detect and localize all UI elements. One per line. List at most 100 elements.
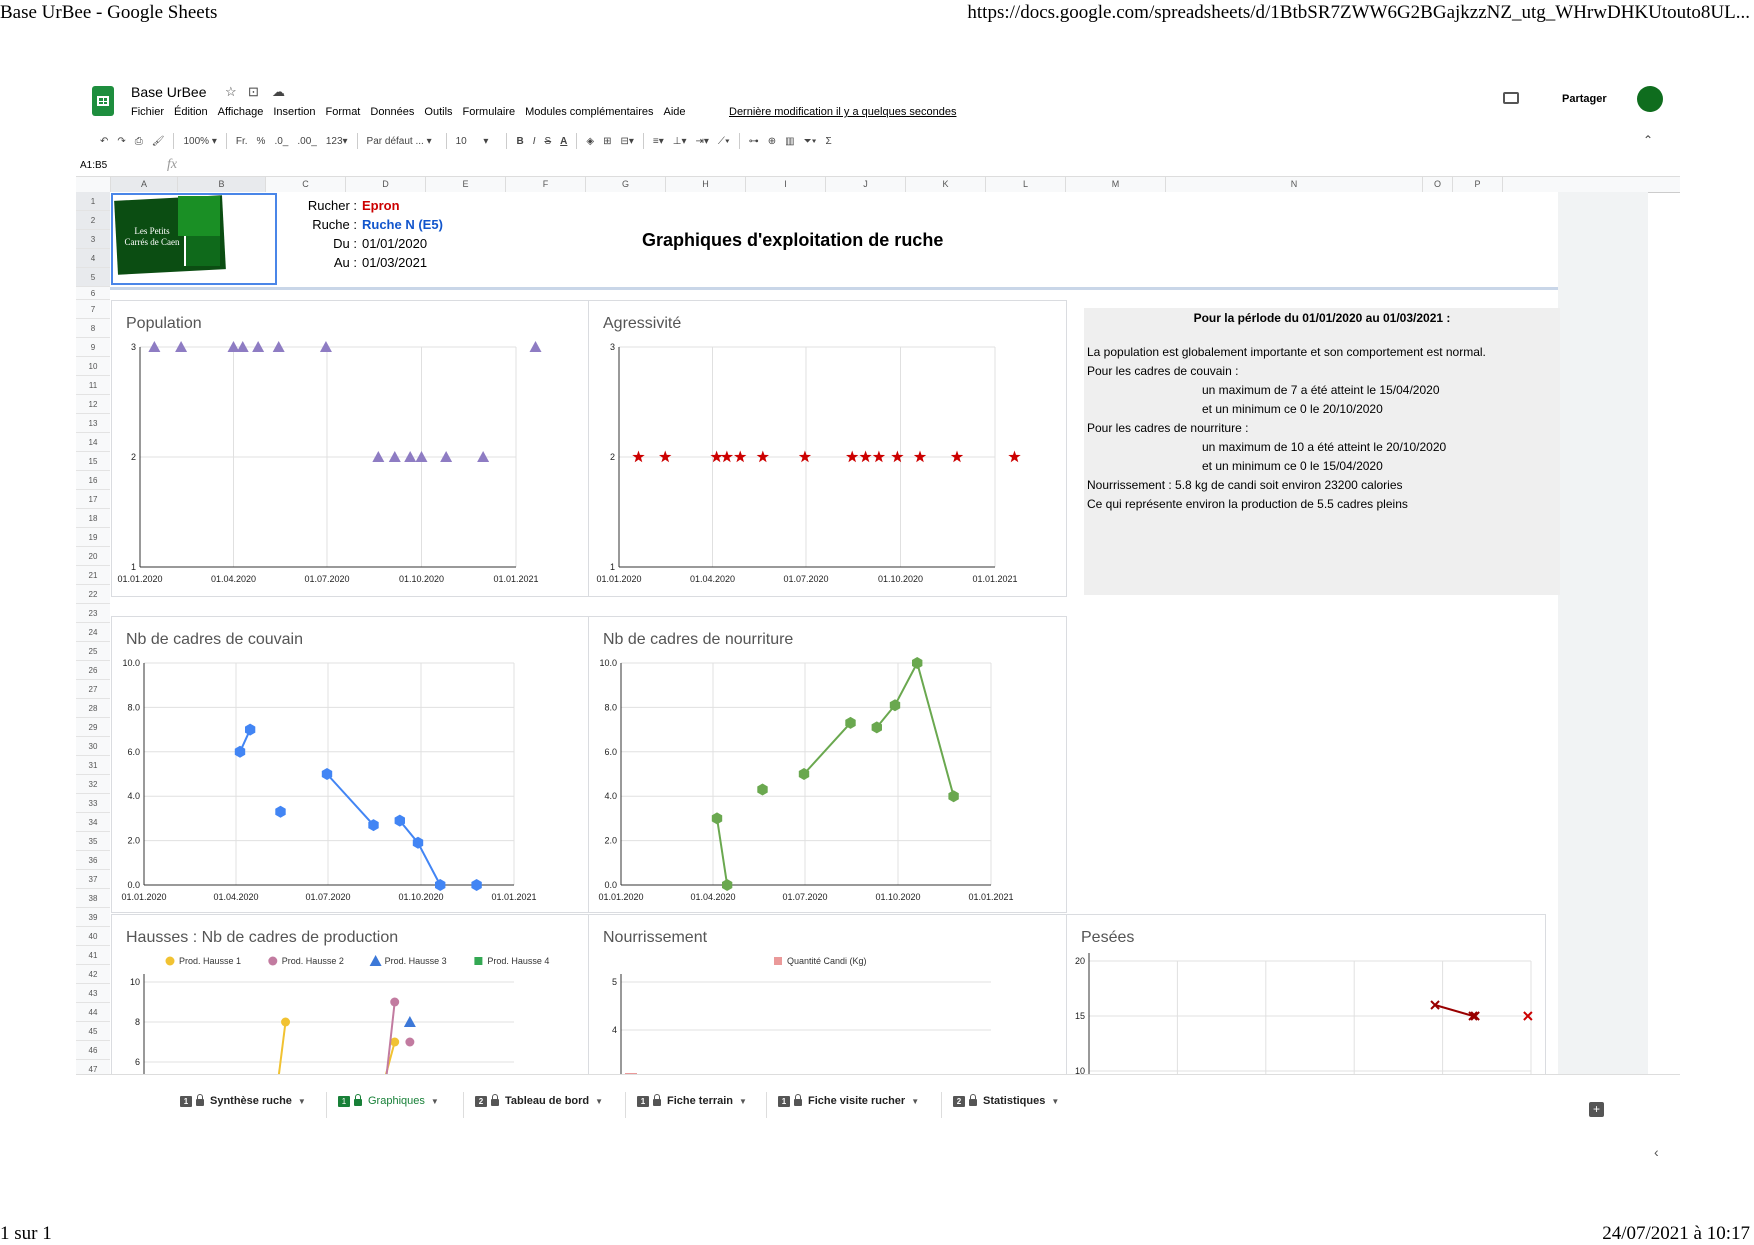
collapse-menu-icon[interactable]: ⌃ <box>1643 133 1653 147</box>
chart-pesees[interactable]: Pesées 10 15 20 <box>1066 914 1546 1076</box>
sheet-tab[interactable]: 1 Graphiques ▼ <box>338 1093 439 1107</box>
row-header[interactable]: 17 <box>76 490 110 509</box>
redo-icon[interactable]: ↷ <box>117 136 125 147</box>
text-rotation-icon[interactable]: ⟋▾ <box>718 136 730 147</box>
row-header[interactable]: 34 <box>76 813 110 832</box>
row-header[interactable]: 1 <box>76 192 110 211</box>
row-header[interactable]: 2 <box>76 211 110 230</box>
row-header[interactable]: 7 <box>76 300 110 319</box>
row-header[interactable]: 44 <box>76 1003 110 1022</box>
column-header-h[interactable]: H <box>666 177 746 192</box>
column-header-c[interactable]: C <box>266 177 346 192</box>
chart-couvain[interactable]: Nb de cadres de couvain 01.01.2020 01.04.… <box>111 616 589 913</box>
menu-edition[interactable]: Édition <box>174 106 208 118</box>
insert-link-icon[interactable]: ⊶ <box>749 136 759 147</box>
font-size-select[interactable]: 10 ▾ <box>456 136 489 147</box>
currency-button[interactable]: Fr. <box>236 136 248 147</box>
row-header[interactable]: 4 <box>76 249 110 268</box>
menu-formulaire[interactable]: Formulaire <box>463 106 516 118</box>
row-header[interactable]: 26 <box>76 661 110 680</box>
chart-hausses[interactable]: Hausses : Nb de cadres de production 681… <box>111 914 589 1076</box>
row-header[interactable]: 3 <box>76 230 110 249</box>
row-header[interactable]: 38 <box>76 889 110 908</box>
increase-decimals-button[interactable]: .00_ <box>297 136 316 147</box>
filter-icon[interactable]: ⏷▾ <box>804 136 817 147</box>
insert-chart-icon[interactable]: ▥ <box>785 136 794 147</box>
chevron-down-icon[interactable]: ▼ <box>298 1097 306 1106</box>
select-all-corner[interactable] <box>76 177 111 192</box>
row-header[interactable]: 43 <box>76 984 110 1003</box>
column-header-m[interactable]: M <box>1066 177 1166 192</box>
functions-button[interactable]: Σ <box>826 136 832 147</box>
menu-modules[interactable]: Modules complémentaires <box>525 106 653 118</box>
row-header[interactable]: 30 <box>76 737 110 756</box>
row-header[interactable]: 18 <box>76 509 110 528</box>
menu-outils[interactable]: Outils <box>424 106 452 118</box>
chart-population[interactable]: Population 01.01.2020 01.04.2020 01.07.202… <box>111 300 589 597</box>
row-header[interactable]: 40 <box>76 927 110 946</box>
row-header[interactable]: 42 <box>76 965 110 984</box>
row-header[interactable]: 25 <box>76 642 110 661</box>
bold-button[interactable]: B <box>516 136 523 147</box>
column-header-p[interactable]: P <box>1453 177 1503 192</box>
number-format-select[interactable]: 123▾ <box>326 136 348 147</box>
zoom-select[interactable]: 100% ▾ <box>183 136 216 147</box>
undo-icon[interactable]: ↶ <box>100 136 108 147</box>
row-header[interactable]: 19 <box>76 528 110 547</box>
text-color-button[interactable]: A <box>560 136 567 147</box>
column-header-e[interactable]: E <box>426 177 506 192</box>
row-header[interactable]: 22 <box>76 585 110 604</box>
decrease-decimals-button[interactable]: .0_ <box>274 136 288 147</box>
row-header[interactable]: 23 <box>76 604 110 623</box>
chart-nourriture[interactable]: Nb de cadres de nourriture 01.01.2020 01.… <box>588 616 1067 913</box>
chevron-left-icon[interactable]: ‹ <box>1654 1144 1659 1160</box>
row-header[interactable]: 5 <box>76 268 110 287</box>
column-header-k[interactable]: K <box>906 177 986 192</box>
row-header[interactable]: 9 <box>76 338 110 357</box>
row-header[interactable]: 27 <box>76 680 110 699</box>
row-header[interactable]: 31 <box>76 756 110 775</box>
row-header[interactable]: 35 <box>76 832 110 851</box>
name-box[interactable]: A1:B5 <box>80 160 107 171</box>
row-header[interactable]: 13 <box>76 414 110 433</box>
row-header[interactable]: 28 <box>76 699 110 718</box>
row-header[interactable]: 10 <box>76 357 110 376</box>
row-header[interactable]: 15 <box>76 452 110 471</box>
share-button[interactable]: Partager <box>1562 93 1607 105</box>
cloud-status-icon[interactable]: ☁ <box>272 84 285 100</box>
star-icon[interactable]: ☆ <box>225 84 237 100</box>
sheet-tab[interactable]: 1 Synthèse ruche ▼ <box>180 1093 306 1107</box>
row-header[interactable]: 41 <box>76 946 110 965</box>
menu-donnees[interactable]: Données <box>370 106 414 118</box>
row-header[interactable]: 11 <box>76 376 110 395</box>
insert-comment-icon[interactable]: ⊕ <box>768 136 776 147</box>
column-header-g[interactable]: G <box>586 177 666 192</box>
row-header[interactable]: 6 <box>76 287 110 300</box>
chevron-down-icon[interactable]: ▼ <box>911 1097 919 1106</box>
row-header[interactable]: 45 <box>76 1022 110 1041</box>
menu-fichier[interactable]: Fichier <box>131 106 164 118</box>
row-header[interactable]: 46 <box>76 1041 110 1060</box>
sheet-tab[interactable]: 2 Tableau de bord ▼ <box>475 1093 603 1107</box>
column-header-l[interactable]: L <box>986 177 1066 192</box>
row-header[interactable]: 32 <box>76 775 110 794</box>
column-header-o[interactable]: O <box>1423 177 1453 192</box>
chart-nourrissement[interactable]: Nourrissement 345Quantité Candi (Kg) <box>588 914 1067 1076</box>
row-header[interactable]: 29 <box>76 718 110 737</box>
column-header-j[interactable]: J <box>826 177 906 192</box>
merge-cells-icon[interactable]: ⊟▾ <box>620 136 633 147</box>
column-header-n[interactable]: N <box>1166 177 1423 192</box>
menu-format[interactable]: Format <box>326 106 361 118</box>
chevron-down-icon[interactable]: ▼ <box>595 1097 603 1106</box>
fill-color-icon[interactable]: ◈ <box>586 136 594 147</box>
column-header-f[interactable]: F <box>506 177 586 192</box>
document-title[interactable]: Base UrBee <box>131 84 206 100</box>
chevron-down-icon[interactable]: ▼ <box>1051 1097 1059 1106</box>
print-icon[interactable]: ⎙ <box>135 136 143 147</box>
chevron-down-icon[interactable]: ▼ <box>431 1097 439 1106</box>
menu-aide[interactable]: Aide <box>664 106 686 118</box>
comment-history-icon[interactable] <box>1503 92 1519 104</box>
row-header[interactable]: 20 <box>76 547 110 566</box>
menu-affichage[interactable]: Affichage <box>218 106 264 118</box>
text-wrap-icon[interactable]: ⇥▾ <box>695 136 708 147</box>
